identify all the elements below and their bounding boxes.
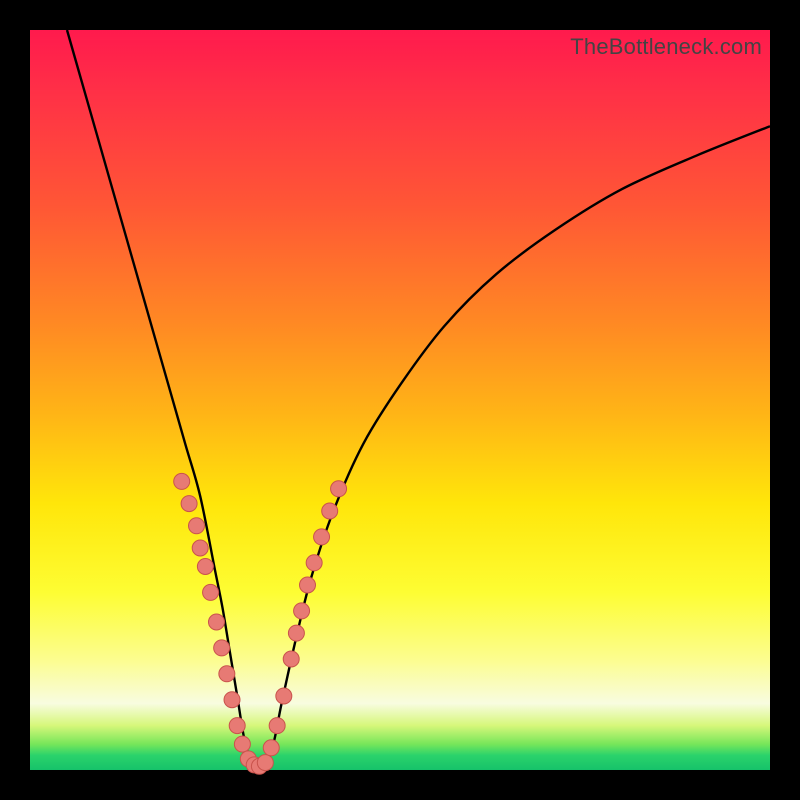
highlight-dot bbox=[314, 529, 330, 545]
highlight-dot bbox=[229, 718, 245, 734]
plot-area: TheBottleneck.com bbox=[30, 30, 770, 770]
bottleneck-curve bbox=[67, 30, 770, 766]
highlight-dot bbox=[283, 651, 299, 667]
highlight-dot bbox=[331, 481, 347, 497]
highlight-dot bbox=[234, 736, 250, 752]
highlight-dot bbox=[263, 740, 279, 756]
highlight-dot bbox=[181, 496, 197, 512]
highlight-dot bbox=[306, 555, 322, 571]
highlight-dot bbox=[208, 614, 224, 630]
highlight-dot bbox=[276, 688, 292, 704]
chart-frame: TheBottleneck.com bbox=[0, 0, 800, 800]
highlight-dot bbox=[288, 625, 304, 641]
highlight-dot bbox=[224, 692, 240, 708]
highlight-dots bbox=[174, 473, 347, 774]
highlight-dot bbox=[174, 473, 190, 489]
highlight-dot bbox=[192, 540, 208, 556]
highlight-dot bbox=[203, 584, 219, 600]
highlight-dot bbox=[197, 559, 213, 575]
chart-overlay bbox=[30, 30, 770, 770]
highlight-dot bbox=[219, 666, 235, 682]
highlight-dot bbox=[300, 577, 316, 593]
highlight-dot bbox=[257, 755, 273, 771]
highlight-dot bbox=[294, 603, 310, 619]
highlight-dot bbox=[189, 518, 205, 534]
highlight-dot bbox=[269, 718, 285, 734]
highlight-dot bbox=[322, 503, 338, 519]
highlight-dot bbox=[214, 640, 230, 656]
